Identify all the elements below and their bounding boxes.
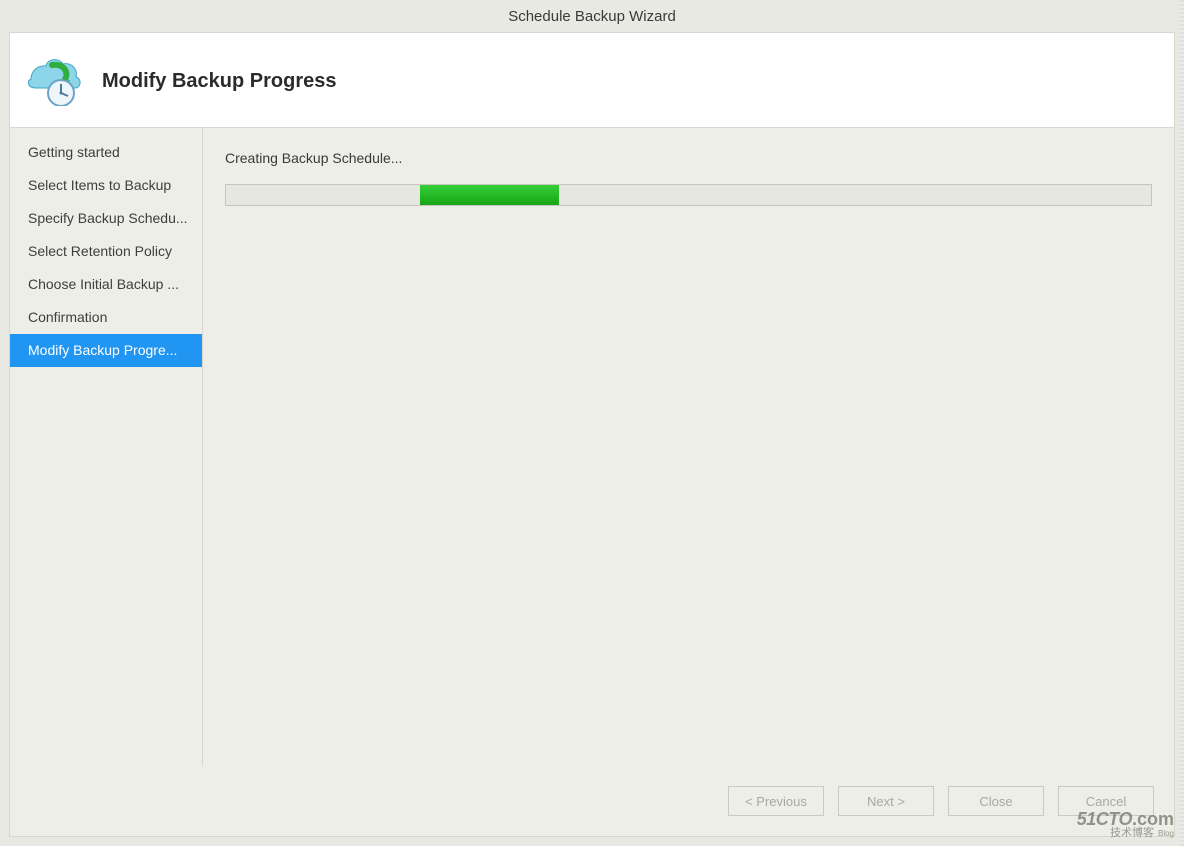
step-getting-started[interactable]: Getting started	[10, 136, 202, 169]
step-retention-policy[interactable]: Select Retention Policy	[10, 235, 202, 268]
step-modify-backup-progress[interactable]: Modify Backup Progre...	[10, 334, 202, 367]
step-initial-backup[interactable]: Choose Initial Backup ...	[10, 268, 202, 301]
previous-button[interactable]: < Previous	[728, 786, 824, 816]
wizard-content: Creating Backup Schedule...	[203, 128, 1174, 766]
wizard-window: Schedule Backup Wizard Modify Backup Pro…	[0, 0, 1184, 846]
scrollbar-edge	[1180, 0, 1184, 846]
wizard-body: Getting started Select Items to Backup S…	[10, 128, 1174, 766]
step-select-items[interactable]: Select Items to Backup	[10, 169, 202, 202]
backup-cloud-clock-icon	[16, 51, 86, 106]
step-confirmation[interactable]: Confirmation	[10, 301, 202, 334]
status-label: Creating Backup Schedule...	[225, 150, 1152, 166]
cancel-button[interactable]: Cancel	[1058, 786, 1154, 816]
wizard-frame: Modify Backup Progress Getting started S…	[9, 32, 1175, 837]
progress-bar	[225, 184, 1152, 206]
progress-bar-fill	[420, 185, 559, 205]
close-button[interactable]: Close	[948, 786, 1044, 816]
wizard-header-title: Modify Backup Progress	[102, 70, 337, 93]
wizard-footer: < Previous Next > Close Cancel	[10, 766, 1174, 836]
next-button[interactable]: Next >	[838, 786, 934, 816]
step-specify-schedule[interactable]: Specify Backup Schedu...	[10, 202, 202, 235]
wizard-header: Modify Backup Progress	[10, 33, 1174, 128]
wizard-steps-sidebar: Getting started Select Items to Backup S…	[10, 128, 202, 766]
